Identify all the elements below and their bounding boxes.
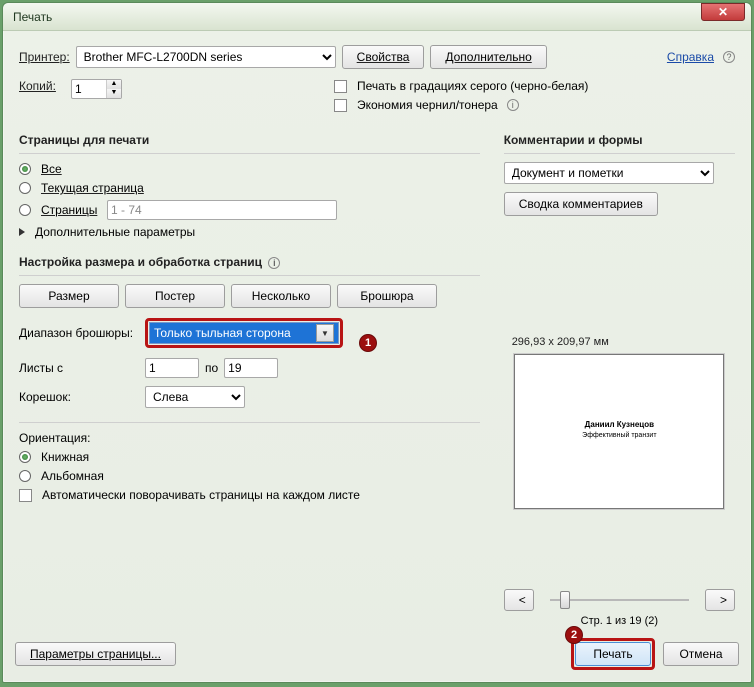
auto-rotate-label: Автоматически поворачивать страницы на к…: [42, 488, 360, 502]
help-link[interactable]: Справка: [667, 50, 714, 64]
page-setup-button[interactable]: Параметры страницы...: [15, 642, 176, 666]
ink-save-label: Экономия чернил/тонера: [357, 98, 498, 112]
annotation-frame-2: Печать: [571, 638, 655, 670]
window-title: Печать: [13, 10, 701, 24]
properties-button[interactable]: Свойства: [342, 45, 425, 69]
comments-select[interactable]: Документ и пометки: [504, 162, 714, 184]
preview-dimensions: 296,93 x 209,97 мм: [512, 336, 735, 348]
printer-select[interactable]: Brother MFC-L2700DN series: [76, 46, 336, 68]
print-button[interactable]: Печать: [575, 642, 651, 666]
preview-page: Даниил Кузнецов Эффективный транзит: [514, 354, 724, 509]
help-icon: ?: [723, 51, 735, 63]
grayscale-checkbox[interactable]: [334, 80, 347, 93]
annotation-frame-1: Только тыльная сторона ▼: [145, 318, 343, 348]
prev-page-button[interactable]: <: [504, 589, 534, 611]
copies-label: Копий:: [19, 79, 65, 93]
radio-all-label: Все: [41, 162, 62, 176]
tab-poster[interactable]: Постер: [125, 284, 225, 308]
radio-range-label: Страницы: [41, 203, 101, 217]
comments-summary-button[interactable]: Сводка комментариев: [504, 192, 658, 216]
slider-thumb[interactable]: [560, 591, 570, 609]
ink-save-checkbox[interactable]: [334, 99, 347, 112]
preview-text-2: Эффективный транзит: [582, 432, 656, 439]
advanced-button[interactable]: Дополнительно: [430, 45, 546, 69]
radio-landscape[interactable]: [19, 470, 31, 482]
sheets-to-input[interactable]: [224, 358, 278, 378]
spin-up-icon[interactable]: ▲: [107, 80, 121, 89]
sizing-title: Настройка размера и обработка страниц: [19, 255, 262, 269]
radio-portrait-label: Книжная: [41, 450, 89, 464]
grayscale-label: Печать в градациях серого (черно-белая): [357, 79, 588, 93]
chevron-down-icon[interactable]: ▼: [316, 324, 334, 342]
pages-section-title: Страницы для печати: [19, 133, 480, 147]
spin-down-icon[interactable]: ▼: [107, 89, 121, 98]
preview-text-1: Даниил Кузнецов: [585, 420, 654, 429]
next-page-button[interactable]: >: [705, 589, 735, 611]
comments-title: Комментарии и формы: [504, 133, 735, 147]
spine-select[interactable]: Слева: [145, 386, 245, 408]
annotation-badge-2: 2: [565, 626, 583, 644]
more-params-label[interactable]: Дополнительные параметры: [35, 225, 195, 239]
radio-portrait[interactable]: [19, 451, 31, 463]
expand-icon[interactable]: [19, 228, 25, 236]
tab-multi[interactable]: Несколько: [231, 284, 331, 308]
cancel-button[interactable]: Отмена: [663, 642, 739, 666]
page-range-input[interactable]: [107, 200, 337, 220]
sheets-from-input[interactable]: [145, 358, 199, 378]
radio-all[interactable]: [19, 163, 31, 175]
preview-slider[interactable]: [540, 589, 699, 611]
orientation-title: Ориентация:: [19, 431, 480, 445]
radio-current-label: Текущая страница: [41, 181, 144, 195]
tab-booklet[interactable]: Брошюра: [337, 284, 437, 308]
auto-rotate-checkbox[interactable]: [19, 489, 32, 502]
printer-label: Принтер:: [19, 50, 70, 64]
info-icon: i: [268, 257, 280, 269]
annotation-badge-1: 1: [359, 334, 377, 352]
close-button[interactable]: ✕: [701, 3, 745, 21]
radio-range[interactable]: [19, 204, 31, 216]
sheets-to-label: по: [205, 361, 218, 375]
booklet-range-select[interactable]: Только тыльная сторона ▼: [149, 322, 339, 344]
page-indicator: Стр. 1 из 19 (2): [504, 615, 735, 627]
copies-spinner[interactable]: ▲▼: [71, 79, 122, 99]
tab-size[interactable]: Размер: [19, 284, 119, 308]
radio-landscape-label: Альбомная: [41, 469, 104, 483]
booklet-range-label: Диапазон брошюры:: [19, 326, 139, 340]
radio-current[interactable]: [19, 182, 31, 194]
copies-input[interactable]: [72, 80, 106, 98]
info-icon: i: [507, 99, 519, 111]
spine-label: Корешок:: [19, 390, 139, 404]
sheets-from-label: Листы с: [19, 361, 139, 375]
